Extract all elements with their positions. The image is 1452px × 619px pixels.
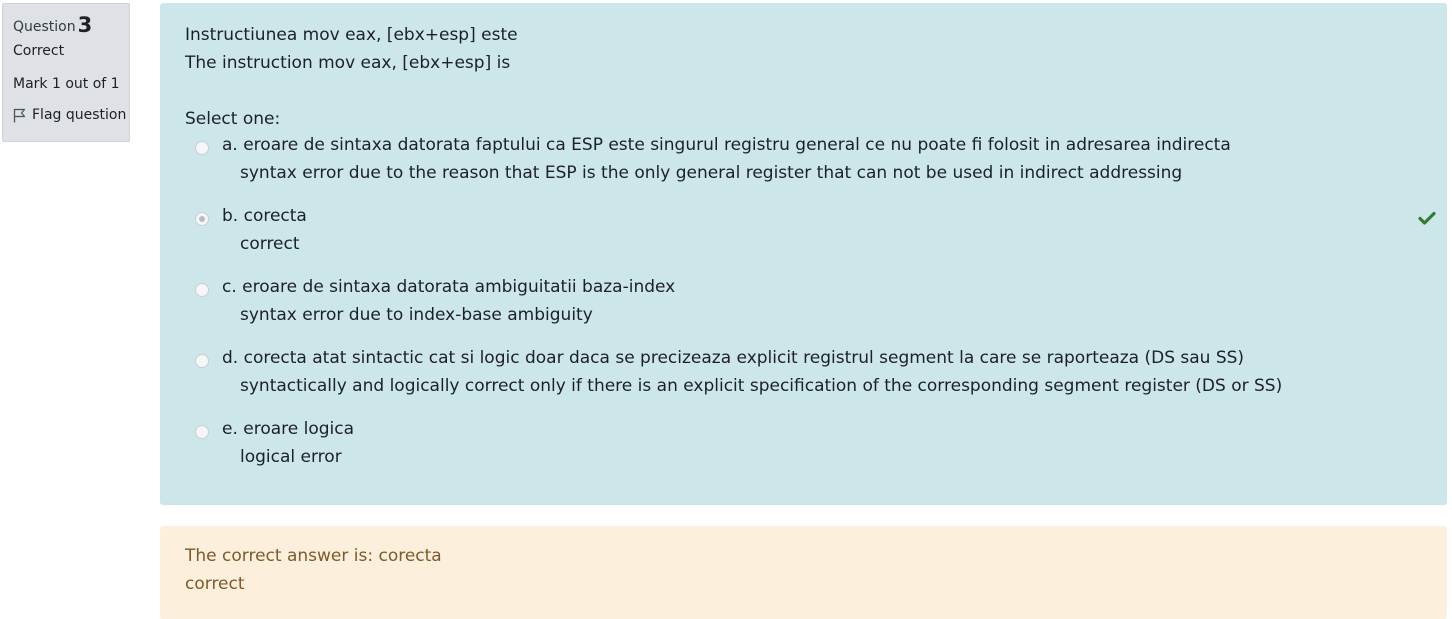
option-b-label: b. corecta	[222, 206, 307, 226]
option-e-label: e. eroare logica	[222, 419, 355, 439]
select-one-prompt: Select one:	[185, 109, 281, 129]
option-c-translation: syntax error due to index-base ambiguity	[240, 305, 593, 325]
radio-option-a[interactable]	[195, 141, 209, 155]
question-text-en: The instruction mov eax, [ebx+esp] is	[185, 53, 511, 73]
question-number: 3	[77, 13, 93, 37]
option-d-label: d. corecta atat sintactic cat si logic d…	[222, 348, 1245, 368]
radio-option-b[interactable]	[195, 212, 209, 226]
flag-icon	[13, 108, 26, 123]
answer-option-e[interactable]: e. eroare logica logical error	[185, 419, 1447, 492]
answer-option-d[interactable]: d. corecta atat sintactic cat si logic d…	[185, 348, 1447, 421]
feedback-panel: The correct answer is: corecta correct	[160, 526, 1447, 619]
answer-option-a[interactable]: a. eroare de sintaxa datorata faptului c…	[185, 135, 1447, 208]
check-icon	[1418, 211, 1436, 225]
question-text-ro: Instructiunea mov eax, [ebx+esp] este	[185, 25, 518, 45]
flag-question-link[interactable]: Flag question	[13, 107, 129, 124]
radio-option-c[interactable]	[195, 283, 209, 297]
question-info-panel: Question3 Correct Mark 1 out of 1 Flag q…	[2, 3, 130, 142]
question-prefix: Question	[13, 19, 76, 35]
option-c-label: c. eroare de sintaxa datorata ambiguitat…	[222, 277, 676, 297]
option-e-translation: logical error	[240, 447, 342, 467]
question-text: Instructiunea mov eax, [ebx+esp] este Th…	[185, 21, 1447, 77]
option-a-translation: syntax error due to the reason that ESP …	[240, 163, 1183, 183]
answer-option-b[interactable]: b. corecta correct	[185, 206, 1447, 279]
correct-answer-text: The correct answer is: corecta	[185, 546, 442, 566]
option-b-translation: correct	[240, 234, 300, 254]
flag-question-label: Flag question	[32, 107, 127, 123]
answer-options: a. eroare de sintaxa datorata faptului c…	[185, 135, 1447, 492]
radio-option-e[interactable]	[195, 425, 209, 439]
correct-answer-translation: correct	[185, 574, 245, 594]
answer-option-c[interactable]: c. eroare de sintaxa datorata ambiguitat…	[185, 277, 1447, 350]
option-d-translation: syntactically and logically correct only…	[240, 376, 1283, 396]
radio-option-d[interactable]	[195, 354, 209, 368]
option-a-label: a. eroare de sintaxa datorata faptului c…	[222, 135, 1231, 155]
question-number-label: Question3	[13, 12, 129, 38]
question-grade: Mark 1 out of 1	[13, 76, 120, 92]
question-state: Correct	[13, 43, 65, 59]
question-formulation: Instructiunea mov eax, [ebx+esp] este Th…	[160, 3, 1447, 505]
